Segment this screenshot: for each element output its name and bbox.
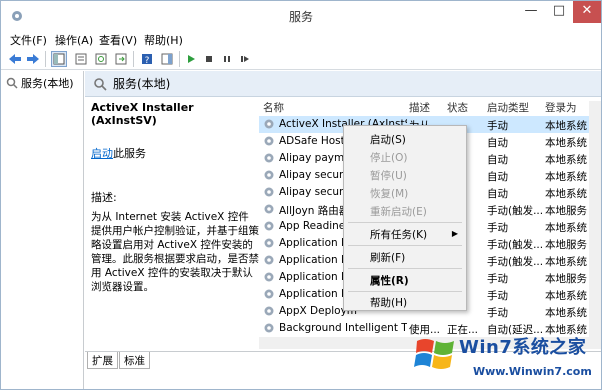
cell-startup: 自动 bbox=[487, 171, 508, 183]
console-tree-pane: 服务(本地) bbox=[2, 71, 84, 389]
column-log-on-as[interactable]: 登录为 bbox=[545, 100, 577, 115]
services-icon bbox=[6, 77, 18, 89]
pane-header-title: 服务(本地) bbox=[113, 77, 171, 91]
window-title: 服务 bbox=[288, 10, 313, 24]
start-service-line: 启动此服务 bbox=[91, 145, 259, 161]
column-name[interactable]: 名称 bbox=[263, 100, 284, 115]
ctx-resume[interactable]: 恢复(M) bbox=[370, 186, 408, 201]
description-label: 描述: bbox=[91, 191, 117, 204]
cell-startup: 手动 bbox=[487, 307, 508, 319]
properties-sheet-icon[interactable] bbox=[73, 51, 89, 67]
service-gear-icon bbox=[264, 153, 274, 163]
stop-service-icon[interactable] bbox=[201, 51, 217, 67]
column-status[interactable]: 状态 bbox=[447, 100, 468, 115]
start-service-icon[interactable] bbox=[183, 51, 199, 67]
services-window: 服务 — □ ✕ 文件(F) 操作(A) 查看(V) 帮助(H) ? 服务(本地… bbox=[0, 0, 602, 390]
service-gear-icon bbox=[264, 289, 274, 299]
service-gear-icon bbox=[264, 238, 274, 248]
selected-service-title: ActiveX Installer (AxInstSV) bbox=[91, 101, 194, 127]
cell-startup: 手动 bbox=[487, 120, 508, 132]
service-gear-icon bbox=[264, 255, 274, 265]
forward-arrow-icon[interactable] bbox=[25, 51, 41, 67]
service-gear-icon bbox=[264, 170, 274, 180]
maximize-button[interactable]: □ bbox=[545, 1, 573, 23]
svg-text:?: ? bbox=[145, 56, 150, 65]
service-gear-icon bbox=[264, 136, 274, 146]
start-service-link[interactable]: 启动 bbox=[91, 147, 113, 160]
cell-startup: 手动(触发... bbox=[487, 205, 543, 217]
service-gear-icon bbox=[264, 204, 274, 214]
cell-startup: 自动 bbox=[487, 137, 508, 149]
service-gear-icon bbox=[264, 306, 274, 316]
ctx-start[interactable]: 启动(S) bbox=[370, 132, 406, 147]
submenu-arrow-icon: ▶ bbox=[451, 229, 458, 238]
ctx-restart[interactable]: 重新启动(E) bbox=[370, 204, 427, 219]
back-arrow-icon[interactable] bbox=[7, 51, 23, 67]
description-text: 为从 Internet 安装 ActiveX 控件提供用户帐户控制验证，并基于组… bbox=[91, 211, 259, 293]
services-header-icon bbox=[94, 77, 107, 91]
ctx-refresh[interactable]: 刷新(F) bbox=[370, 250, 405, 265]
context-menu: 启动(S) 停止(O) 暂停(U) 恢复(M) 重新启动(E) 所有任务(K) … bbox=[343, 125, 467, 311]
title-bar[interactable]: 服务 — □ ✕ bbox=[1, 1, 601, 31]
ctx-help[interactable]: 帮助(H) bbox=[370, 295, 407, 310]
service-description-pane: ActiveX Installer (AxInstSV) 启动此服务 描述: 为… bbox=[91, 99, 259, 294]
refresh-icon[interactable] bbox=[93, 51, 109, 67]
service-gear-icon bbox=[264, 272, 274, 282]
console-tree-icon[interactable] bbox=[51, 51, 67, 67]
cell-startup: 自动 bbox=[487, 188, 508, 200]
menu-help[interactable]: 帮助(H) bbox=[144, 32, 183, 48]
cell-startup: 手动(触发... bbox=[487, 256, 543, 268]
ctx-pause[interactable]: 暂停(U) bbox=[370, 168, 407, 183]
service-gear-icon bbox=[264, 221, 274, 231]
toolbar: ? bbox=[1, 48, 601, 70]
restart-service-icon[interactable] bbox=[237, 51, 253, 67]
pane-header: 服务(本地) bbox=[85, 71, 601, 97]
cell-startup: 自动 bbox=[487, 154, 508, 166]
close-button[interactable]: ✕ bbox=[573, 1, 601, 23]
menu-action[interactable]: 操作(A) bbox=[55, 32, 93, 48]
ctx-stop[interactable]: 停止(O) bbox=[370, 150, 407, 165]
export-list-icon[interactable] bbox=[113, 51, 129, 67]
show-action-pane-icon[interactable] bbox=[159, 51, 175, 67]
watermark: Win7系统之家 Www.Winwin7.com bbox=[411, 329, 602, 391]
tree-item-services-local[interactable]: 服务(本地) bbox=[6, 75, 74, 91]
tree-item-label: 服务(本地) bbox=[21, 77, 74, 90]
cell-startup: 手动 bbox=[487, 273, 508, 285]
menu-bar: 文件(F) 操作(A) 查看(V) 帮助(H) bbox=[1, 31, 601, 48]
cell-name: Background Intelligent T... bbox=[279, 322, 407, 334]
cell-startup: 手动 bbox=[487, 290, 508, 302]
tab-extended[interactable]: 扩展 bbox=[87, 352, 118, 369]
menu-view[interactable]: 查看(V) bbox=[99, 32, 137, 48]
windows-logo-icon bbox=[414, 339, 454, 369]
menu-file[interactable]: 文件(F) bbox=[10, 32, 47, 48]
start-service-suffix: 此服务 bbox=[113, 147, 146, 160]
service-gear-icon bbox=[264, 323, 274, 333]
watermark-url: Www.Winwin7.com bbox=[473, 365, 592, 378]
service-gear-icon bbox=[264, 119, 274, 129]
cell-startup: 手动(触发... bbox=[487, 239, 543, 251]
minimize-button[interactable]: — bbox=[517, 1, 545, 23]
tab-standard[interactable]: 标准 bbox=[119, 352, 150, 369]
vertical-scrollbar[interactable] bbox=[589, 101, 601, 337]
pause-service-icon[interactable] bbox=[219, 51, 235, 67]
column-headers: 名称 描述 状态 启动类型 登录为 bbox=[259, 99, 601, 115]
ctx-properties[interactable]: 属性(R) bbox=[370, 273, 409, 288]
column-startup-type[interactable]: 启动类型 bbox=[487, 100, 529, 115]
column-description[interactable]: 描述 bbox=[409, 100, 430, 115]
watermark-title: Win7系统之家 bbox=[459, 337, 587, 358]
ctx-all-tasks[interactable]: 所有任务(K) bbox=[370, 227, 427, 242]
cell-startup: 手动 bbox=[487, 222, 508, 234]
service-gear-icon bbox=[264, 187, 274, 197]
help-icon[interactable]: ? bbox=[139, 51, 155, 67]
